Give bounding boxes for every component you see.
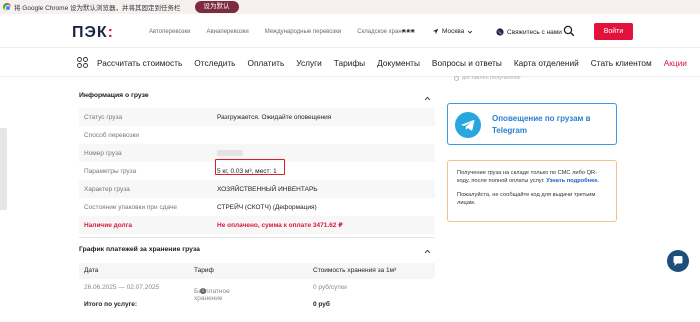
nav-promotions[interactable]: Акции: [664, 58, 687, 68]
table-total-row: Итого по услуге: 0 руб: [79, 297, 435, 313]
cargo-row-debt: Наличие долга Не оплачено, сумма к оплат…: [79, 216, 435, 234]
col-header-cost: Стоимость хранения за 1м³: [313, 267, 397, 274]
total-label: Итого по услуге:: [84, 301, 138, 308]
delivered-status-note: доставлен получателю: [454, 75, 521, 81]
divider: [79, 237, 435, 238]
phone-icon: [496, 28, 504, 36]
site-header: ПЭК: Автоперевозки Авиаперевозки Междуна…: [0, 14, 700, 48]
row-value: Разгружается. Ожидайте оповещения: [217, 113, 332, 121]
row-label: Параметры груза: [84, 167, 137, 175]
chevron-up-icon[interactable]: [424, 248, 431, 255]
annotation-highlight-box: [215, 159, 285, 175]
status-circle-icon: [454, 75, 459, 81]
row-label: Статус груза: [84, 113, 123, 121]
col-header-tariff: Тариф: [194, 267, 214, 274]
topnav-link-international[interactable]: Международные перевозки: [265, 29, 342, 35]
row-label: Характер груза: [84, 185, 130, 193]
side-feedback-tab[interactable]: [0, 128, 7, 210]
chat-button[interactable]: [667, 250, 689, 272]
chevron-down-icon: [468, 30, 473, 34]
cell-cost: 0 руб/сутки: [313, 284, 347, 291]
top-nav: Автоперевозки Авиаперевозки Международны…: [149, 29, 415, 35]
total-value: 0 руб: [313, 301, 330, 308]
sms-notice-warning: Пожалуйста, не сообщайте код для выдачи …: [457, 192, 596, 206]
cargo-row-nature: Характер груза ХОЗЯЙСТВЕННЫЙ ИНВЕНТАРЬ: [79, 180, 435, 198]
payment-schedule-title: График платежей за хранение груза: [79, 246, 200, 253]
chat-bubble-icon: [673, 256, 683, 266]
row-label: Номер груза: [84, 149, 122, 157]
search-icon[interactable]: [563, 25, 575, 37]
nav-services[interactable]: Услуги: [296, 58, 322, 68]
topnav-link-auto[interactable]: Автоперевозки: [149, 29, 190, 35]
nav-become-client[interactable]: Стать клиентом: [591, 58, 652, 68]
nav-faq[interactable]: Вопросы и ответы: [432, 58, 502, 68]
login-button[interactable]: Войти: [594, 23, 633, 40]
telegram-notify-card[interactable]: Оповещение по грузам в Telegram: [447, 103, 617, 145]
chevron-up-icon[interactable]: [424, 95, 431, 102]
contact-us-link[interactable]: Свяжитесь с нами: [496, 28, 562, 36]
table-row: 26.06.2025 — 02.07.2025 Бесплатное хране…: [84, 284, 347, 302]
telegram-icon: [455, 112, 481, 138]
cargo-row-packaging: Состояние упаковки при сдаче СТРЕЙЧ (СКО…: [79, 198, 435, 216]
city-selector[interactable]: Москва: [432, 28, 473, 35]
row-value: ХОЗЯЙСТВЕННЫЙ ИНВЕНТАРЬ: [217, 185, 318, 193]
cargo-row-method: Способ перевозки: [79, 126, 435, 144]
sms-pickup-notice: Получение груза на складе только по СМС …: [447, 160, 617, 222]
cell-date: 26.06.2025 — 02.07.2025: [84, 284, 160, 291]
row-value: СТРЕЙЧ (СКОТЧ) (Деформация): [217, 203, 317, 211]
row-value: Не оплачено, сумма к оплате 3471.62 ₽: [217, 222, 343, 229]
pek-logo[interactable]: ПЭК:: [72, 24, 114, 42]
telegram-card-title: Оповещение по грузам в Telegram: [492, 114, 591, 135]
schedule-table-header: Дата Тариф Стоимость хранения за 1м³: [79, 263, 435, 279]
more-menu-button[interactable]: •••: [402, 26, 416, 37]
nav-calculate[interactable]: Рассчитать стоимость: [97, 58, 182, 68]
row-label: Наличие долга: [84, 221, 133, 229]
nav-tariffs[interactable]: Тарифы: [334, 58, 365, 68]
chrome-icon: [3, 3, 11, 11]
topnav-link-avia[interactable]: Авиаперевозки: [206, 29, 248, 35]
col-header-date: Дата: [84, 267, 99, 274]
set-default-button[interactable]: 设为默认: [194, 1, 239, 13]
row-label: Состояние упаковки при сдаче: [84, 203, 177, 211]
nav-documents[interactable]: Документы: [377, 58, 420, 68]
grid-menu-icon[interactable]: [77, 57, 88, 68]
row-label: Способ перевозки: [84, 131, 140, 139]
chrome-infobar: 将 Google Chrome 设为默认浏览器，并将其固定到任务栏 设为默认: [0, 0, 700, 14]
contact-label: Свяжитесь с нами: [507, 28, 562, 36]
info-icon[interactable]: i: [200, 288, 206, 294]
location-arrow-icon: [432, 28, 439, 35]
cargo-info-title: Информация о грузе: [79, 92, 149, 99]
main-nav: Рассчитать стоимость Отследить Оплатить …: [0, 48, 700, 77]
redacted-cargo-number: [217, 150, 243, 156]
city-label: Москва: [442, 28, 465, 35]
nav-pay[interactable]: Оплатить: [247, 58, 284, 68]
learn-more-link[interactable]: Узнать подробнее.: [546, 178, 599, 184]
nav-branch-map[interactable]: Карта отделений: [514, 58, 579, 68]
nav-track[interactable]: Отследить: [194, 58, 235, 68]
infobar-message: 将 Google Chrome 设为默认浏览器，并将其固定到任务栏: [14, 5, 181, 12]
cargo-row-status: Статус груза Разгружается. Ожидайте опов…: [79, 108, 435, 126]
